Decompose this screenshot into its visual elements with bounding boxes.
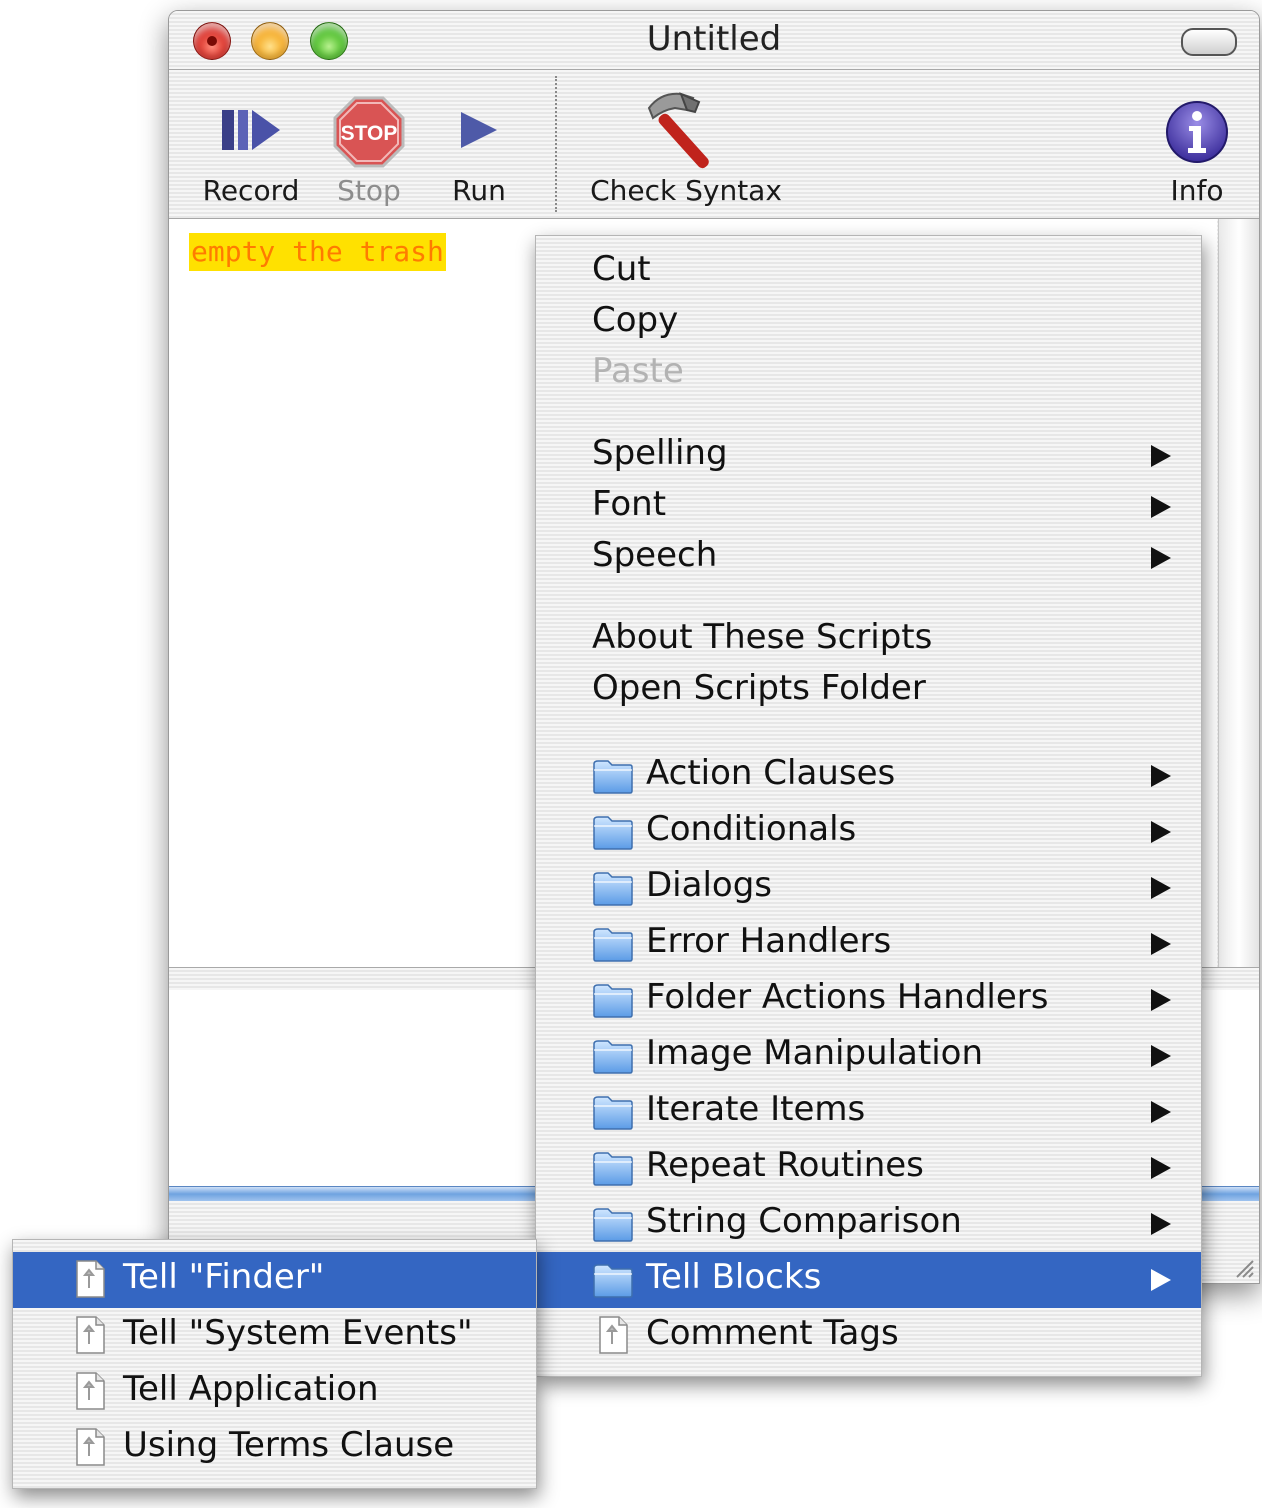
menu-item-label: Repeat Routines bbox=[646, 1145, 924, 1185]
menu-item-dialogs[interactable]: Dialogs bbox=[536, 860, 1201, 916]
menu-item-label: Error Handlers bbox=[646, 921, 892, 961]
context-menu: Cut Copy Paste Spelling Font Speech Abou… bbox=[535, 235, 1202, 1377]
menu-item-label: Cut bbox=[592, 249, 651, 289]
play-icon bbox=[461, 112, 497, 148]
menu-item-open-scripts-folder[interactable]: Open Scripts Folder bbox=[536, 663, 1201, 719]
toolbar: Record STOP Stop Run Check Syntax Info bbox=[169, 70, 1259, 219]
menu-item-iterate-items[interactable]: Iterate Items bbox=[536, 1084, 1201, 1140]
folder-icon bbox=[592, 814, 634, 850]
title-bar[interactable]: Untitled bbox=[169, 11, 1259, 70]
script-document-icon bbox=[75, 1372, 105, 1410]
tell-blocks-submenu: Tell "Finder" Tell "System Events" Tell … bbox=[12, 1239, 537, 1489]
submenu-arrow-icon bbox=[1151, 877, 1171, 899]
menu-item-label: Dialogs bbox=[646, 865, 773, 905]
menu-item-label: Tell Application bbox=[123, 1369, 379, 1409]
menu-item-label: Using Terms Clause bbox=[123, 1425, 455, 1465]
record-button[interactable]: Record bbox=[191, 70, 311, 218]
stop-sign-icon: STOP bbox=[333, 96, 405, 168]
submenu-item-tell-system-events[interactable]: Tell "System Events" bbox=[13, 1308, 536, 1364]
menu-item-label: Folder Actions Handlers bbox=[646, 977, 1049, 1017]
submenu-arrow-icon bbox=[1151, 765, 1171, 787]
check-syntax-button[interactable]: Check Syntax bbox=[577, 70, 795, 218]
resize-grip-icon[interactable] bbox=[1229, 1253, 1255, 1279]
script-document-icon bbox=[75, 1316, 105, 1354]
toolbar-toggle-button[interactable] bbox=[1181, 28, 1237, 56]
submenu-item-tell-application[interactable]: Tell Application bbox=[13, 1364, 536, 1420]
menu-item-comment-tags[interactable]: Comment Tags bbox=[536, 1308, 1201, 1364]
folder-icon bbox=[592, 1150, 634, 1186]
submenu-arrow-icon bbox=[1151, 496, 1171, 518]
submenu-arrow-icon bbox=[1151, 1045, 1171, 1067]
menu-item-label: Iterate Items bbox=[646, 1089, 866, 1129]
menu-item-folder-actions-handlers[interactable]: Folder Actions Handlers bbox=[536, 972, 1201, 1028]
submenu-arrow-icon bbox=[1151, 1213, 1171, 1235]
svg-text:STOP: STOP bbox=[341, 122, 398, 145]
menu-item-label: Open Scripts Folder bbox=[592, 668, 926, 708]
folder-icon bbox=[592, 1094, 634, 1130]
menu-item-label: Tell "Finder" bbox=[123, 1257, 325, 1297]
menu-item-label: Image Manipulation bbox=[646, 1033, 983, 1073]
menu-item-image-manipulation[interactable]: Image Manipulation bbox=[536, 1028, 1201, 1084]
menu-item-label: Copy bbox=[592, 300, 679, 340]
submenu-arrow-icon bbox=[1151, 1269, 1171, 1291]
folder-icon bbox=[592, 926, 634, 962]
menu-item-paste: Paste bbox=[536, 346, 1201, 402]
script-document-icon bbox=[75, 1260, 105, 1298]
menu-item-string-comparison[interactable]: String Comparison bbox=[536, 1196, 1201, 1252]
submenu-arrow-icon bbox=[1151, 1157, 1171, 1179]
run-button[interactable]: Run bbox=[434, 70, 524, 218]
run-label: Run bbox=[452, 174, 506, 207]
script-document-icon bbox=[75, 1428, 105, 1466]
record-label: Record bbox=[202, 174, 300, 207]
stop-label: Stop bbox=[337, 174, 401, 207]
editor-scrollbar[interactable] bbox=[1218, 219, 1259, 967]
folder-icon bbox=[592, 758, 634, 794]
menu-item-repeat-routines[interactable]: Repeat Routines bbox=[536, 1140, 1201, 1196]
menu-item-label: Comment Tags bbox=[646, 1313, 899, 1353]
script-text-selection[interactable]: empty the trash bbox=[189, 233, 446, 271]
submenu-arrow-icon bbox=[1151, 821, 1171, 843]
info-icon bbox=[1166, 101, 1228, 163]
submenu-item-using-terms-clause[interactable]: Using Terms Clause bbox=[13, 1420, 536, 1476]
menu-item-error-handlers[interactable]: Error Handlers bbox=[536, 916, 1201, 972]
menu-item-label: Action Clauses bbox=[646, 753, 896, 793]
menu-item-tell-blocks[interactable]: Tell Blocks bbox=[536, 1252, 1201, 1308]
submenu-arrow-icon bbox=[1151, 445, 1171, 467]
hammer-icon bbox=[647, 92, 709, 169]
menu-item-label: Conditionals bbox=[646, 809, 857, 849]
menu-item-label: Paste bbox=[592, 351, 684, 391]
submenu-item-tell-finder[interactable]: Tell "Finder" bbox=[13, 1252, 536, 1308]
menu-item-label: Tell Blocks bbox=[646, 1257, 822, 1297]
menu-item-label: String Comparison bbox=[646, 1201, 962, 1241]
folder-icon bbox=[592, 1262, 634, 1298]
folder-icon bbox=[592, 1206, 634, 1242]
info-label: Info bbox=[1170, 174, 1224, 207]
folder-icon bbox=[592, 870, 634, 906]
folder-icon bbox=[592, 1038, 634, 1074]
folder-icon bbox=[592, 982, 634, 1018]
script-document-icon bbox=[598, 1316, 628, 1354]
record-icon bbox=[222, 110, 280, 150]
toolbar-separator bbox=[555, 76, 557, 212]
info-button[interactable]: Info bbox=[1159, 70, 1235, 218]
menu-item-label: Spelling bbox=[592, 433, 728, 473]
submenu-arrow-icon bbox=[1151, 547, 1171, 569]
submenu-arrow-icon bbox=[1151, 1101, 1171, 1123]
menu-item-action-clauses[interactable]: Action Clauses bbox=[536, 748, 1201, 804]
menu-item-label: Font bbox=[592, 484, 667, 524]
window-title: Untitled bbox=[646, 19, 782, 59]
submenu-arrow-icon bbox=[1151, 989, 1171, 1011]
menu-item-conditionals[interactable]: Conditionals bbox=[536, 804, 1201, 860]
check-syntax-label: Check Syntax bbox=[590, 174, 782, 207]
menu-item-speech[interactable]: Speech bbox=[536, 530, 1201, 586]
submenu-arrow-icon bbox=[1151, 933, 1171, 955]
menu-item-label: Tell "System Events" bbox=[123, 1313, 473, 1353]
stop-button[interactable]: STOP Stop bbox=[319, 70, 419, 218]
menu-item-label: Speech bbox=[592, 535, 718, 575]
menu-item-label: About These Scripts bbox=[592, 617, 933, 657]
